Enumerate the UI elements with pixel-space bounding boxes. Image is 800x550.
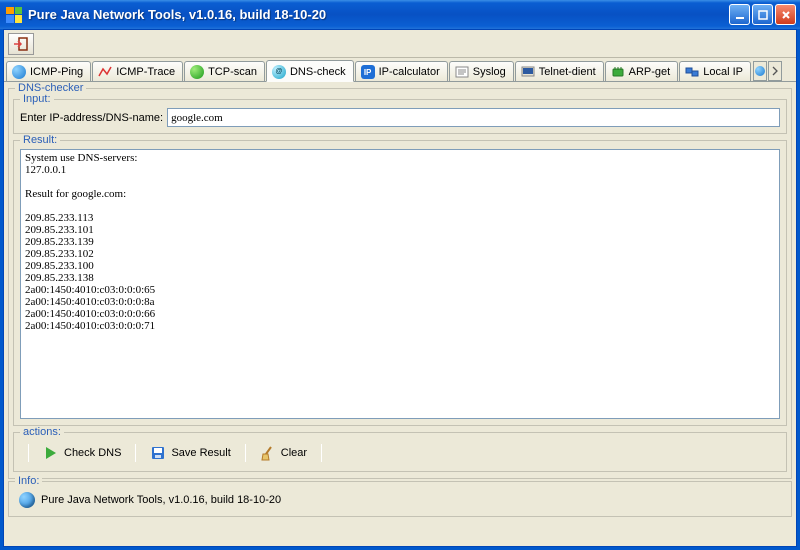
close-button[interactable] [775,4,796,25]
arp-icon [611,65,625,79]
tab-label: ARP-get [629,66,671,78]
exit-button[interactable] [8,33,34,55]
save-result-button[interactable]: Save Result [144,443,236,463]
title-bar: Pure Java Network Tools, v1.0.16, build … [0,0,800,29]
tab-telnet-client[interactable]: Telnet-dient [515,61,604,81]
minimize-button[interactable] [729,4,750,25]
tab-label: DNS-check [290,66,346,78]
separator [245,444,246,462]
input-label: Enter IP-address/DNS-name: [20,112,163,124]
button-label: Check DNS [64,447,121,459]
window-title: Pure Java Network Tools, v1.0.16, build … [28,7,729,22]
tab-strip: ICMP-Ping ICMP-Trace TCP-scan @ DNS-chec… [4,58,796,82]
separator [321,444,322,462]
result-legend: Result: [20,134,60,146]
actions-group: actions: Check DNS Save Result Clear [13,432,787,472]
dns-checker-group: DNS-checker Input: Enter IP-address/DNS-… [8,88,792,479]
info-text: Pure Java Network Tools, v1.0.16, build … [41,494,281,506]
globe-icon [19,492,35,508]
clear-button[interactable]: Clear [254,443,313,463]
separator [28,444,29,462]
tab-icmp-trace[interactable]: ICMP-Trace [92,61,183,81]
syslog-icon [455,65,469,79]
exit-icon [13,36,29,52]
input-group: Input: Enter IP-address/DNS-name: [13,99,787,134]
tab-label: Local IP [703,66,743,78]
client-area: ICMP-Ping ICMP-Trace TCP-scan @ DNS-chec… [3,29,797,547]
window-controls [729,4,796,25]
telnet-icon [521,65,535,79]
tab-tcp-scan[interactable]: TCP-scan [184,61,265,81]
result-output[interactable]: System use DNS-servers: 127.0.0.1 Result… [20,149,780,419]
chevron-right-icon [772,66,778,76]
tab-syslog[interactable]: Syslog [449,61,514,81]
tab-local-ip[interactable]: Local IP [679,61,751,81]
save-icon [150,445,166,461]
separator [135,444,136,462]
check-dns-button[interactable]: Check DNS [37,443,127,463]
info-group: Info: Pure Java Network Tools, v1.0.16, … [8,481,792,517]
local-ip-icon [685,65,699,79]
tab-icmp-ping[interactable]: ICMP-Ping [6,61,91,81]
tab-label: Telnet-dient [539,66,596,78]
button-label: Clear [281,447,307,459]
green-dot-icon [190,65,204,79]
ip-icon: IP [361,65,375,79]
tab-label: ICMP-Trace [116,66,175,78]
tab-ip-calculator[interactable]: IP IP-calculator [355,61,448,81]
broom-icon [260,445,276,461]
tab-label: TCP-scan [208,66,257,78]
trace-icon [98,65,112,79]
info-legend: Info: [15,475,42,487]
tab-label: Syslog [473,66,506,78]
maximize-button[interactable] [752,4,773,25]
tab-label: ICMP-Ping [30,66,83,78]
globe-icon [12,65,26,79]
actions-legend: actions: [20,426,64,438]
result-group: Result: System use DNS-servers: 127.0.0.… [13,140,787,426]
button-label: Save Result [171,447,230,459]
dns-name-input[interactable] [167,108,780,127]
tab-scroll-arrow[interactable] [768,61,782,81]
tab-scroll-right[interactable] [753,61,767,81]
play-icon [43,445,59,461]
blue-dot-icon [755,66,765,76]
app-icon [6,7,22,23]
tab-label: IP-calculator [379,66,440,78]
dns-icon: @ [272,65,286,79]
input-legend: Input: [20,93,54,105]
tab-arp-get[interactable]: ARP-get [605,61,679,81]
top-toolbar [4,30,796,58]
tab-dns-check[interactable]: @ DNS-check [266,60,354,82]
